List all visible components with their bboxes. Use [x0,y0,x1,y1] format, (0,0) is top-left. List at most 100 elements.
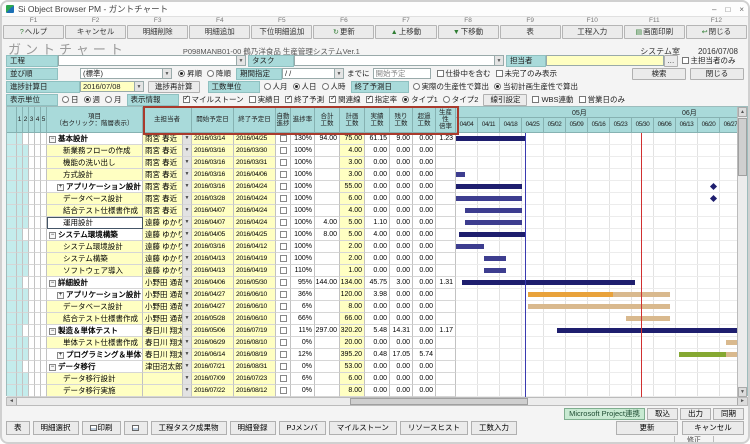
end-date-cell[interactable]: 2016/06/10 [234,301,276,313]
row-gutter[interactable] [7,361,17,373]
task-name-cell[interactable]: +プログラミング＆単体テスト [47,349,143,361]
row-gutter[interactable] [7,337,17,349]
planned-effort-cell[interactable]: 6.00 [340,373,365,385]
minimize-icon[interactable]: – [712,5,716,14]
table-row[interactable]: +プログラミング＆単体テスト春日川 翔太▼2016/06/142016/08/1… [7,349,456,361]
checkbox-icon[interactable] [437,70,444,77]
assignee-cell[interactable] [143,373,183,385]
radio-icon[interactable] [322,83,329,90]
radio-icon[interactable] [264,83,271,90]
gantt-bar-summary[interactable] [456,136,525,141]
task-name-cell[interactable]: データ移行実施 [47,385,143,397]
table-row[interactable]: 結合テスト仕様書作成小野田 通哉▼2016/05/282016/06/1066%… [7,313,456,325]
table-row[interactable]: データ移行実施▼2016/07/222016/08/120%8.000.000.… [7,385,456,397]
table-row[interactable]: 方式設計雨宮 春近▼2016/03/162016/04/06100%3.000.… [7,169,456,181]
task-name-cell[interactable]: データベース設計 [47,301,143,313]
row-gutter[interactable] [7,301,17,313]
assignee-cell[interactable]: 雨宮 春近 [143,205,183,217]
row-gutter[interactable] [7,253,17,265]
end-date-cell[interactable]: 2016/04/25 [234,133,276,145]
fkey-button-f7[interactable]: ▲上移動 [375,25,436,39]
collapse-icon[interactable]: − [49,232,56,239]
auto-progress-cell[interactable] [276,349,291,361]
collapse-icon[interactable]: − [49,136,56,143]
assignee-dropdown-icon[interactable]: ▼ [183,361,192,373]
end-date-cell[interactable]: 2016/06/10 [234,289,276,301]
auto-progress-checkbox[interactable] [280,279,287,286]
row-gutter[interactable] [7,217,17,229]
gantt-bar-done[interactable] [484,256,506,261]
gantt-bar-future[interactable] [626,316,670,321]
toolbar-button-工数入力[interactable]: 工数入力 [471,421,517,435]
gantt-bar-summary[interactable] [459,232,525,237]
table-row[interactable]: −製造＆単体テスト春日川 翔太▼2016/05/062016/07/1911%2… [7,325,456,337]
start-date-cell[interactable]: 2016/06/14 [192,349,234,361]
start-date-cell[interactable]: 2016/03/16 [192,145,234,157]
assignee-cell[interactable]: 春日川 翔太 [143,337,183,349]
gantt-bar-done[interactable] [456,244,484,249]
table-row[interactable]: データ移行設計▼2016/07/092016/07/236%6.000.000.… [7,373,456,385]
row-gutter[interactable] [7,133,17,145]
radio-icon[interactable] [443,96,450,103]
auto-progress-checkbox[interactable] [280,147,287,154]
fkey-button-f2[interactable]: キャンセル [65,25,126,39]
row-gutter[interactable] [7,157,17,169]
table-row[interactable]: システム構築遠藤 ゆかり▼2016/04/132016/04/19100%2.0… [7,253,456,265]
auto-progress-cell[interactable] [276,253,291,265]
maximize-icon[interactable]: □ [725,5,730,14]
assignee-dropdown-icon[interactable]: ▼ [183,373,192,385]
planned-effort-cell[interactable]: 8.00 [340,301,365,313]
radio-icon[interactable] [494,83,501,90]
auto-progress-cell[interactable] [276,325,291,337]
auto-progress-cell[interactable] [276,289,291,301]
task-name-cell[interactable]: システム構築 [47,253,143,265]
checkbox-icon[interactable] [183,96,190,103]
planned-effort-cell[interactable]: 320.20 [340,325,365,337]
assignee-dropdown-icon[interactable]: ▼ [183,265,192,277]
assignee-cell[interactable]: 小野田 通哉 [143,277,183,289]
task-name-cell[interactable]: −製造＆単体テスト [47,325,143,337]
planned-effort-cell[interactable]: 6.00 [340,193,365,205]
assignee-cell[interactable]: 遠藤 ゆかり [143,217,183,229]
auto-progress-checkbox[interactable] [280,339,287,346]
start-date-cell[interactable]: 2016/07/09 [192,373,234,385]
vertical-scroll-thumb[interactable] [738,118,747,176]
gantt-bar-summary[interactable] [557,328,739,333]
auto-progress-cell[interactable] [276,181,291,193]
task-name-cell[interactable]: データベース設計 [47,193,143,205]
scroll-up-icon[interactable]: ▲ [738,107,747,117]
toolbar-button-リソースヒスト[interactable]: リソースヒスト [400,421,468,435]
task-name-cell[interactable]: −システム環境構築 [47,229,143,241]
assignee-dropdown-icon[interactable]: ▼ [183,349,192,361]
end-date-cell[interactable]: 2016/08/19 [234,349,276,361]
toolbar-button-工程タスク成果物[interactable]: 工程タスク成果物 [151,421,227,435]
planned-effort-cell[interactable]: 395.20 [340,349,365,361]
table-row[interactable]: 新業務フローの作成雨宮 春近▼2016/03/162016/03/30100%4… [7,145,456,157]
row-gutter[interactable] [7,385,17,397]
gantt-bar-done[interactable] [456,172,465,177]
auto-progress-cell[interactable] [276,229,291,241]
radio-icon[interactable] [178,70,185,77]
row-gutter[interactable] [7,265,17,277]
checkbox-icon[interactable] [682,57,689,64]
assignee-dropdown-icon[interactable]: ▼ [183,133,192,145]
end-date-cell[interactable]: 2016/04/24 [234,205,276,217]
start-date-cell[interactable]: 2016/03/14 [192,133,234,145]
assignee-picker-button[interactable]: … [664,55,678,67]
auto-progress-cell[interactable] [276,361,291,373]
table-row[interactable]: ソフトウェア導入遠藤 ゆかり▼2016/04/132016/04/19110%1… [7,265,456,277]
auto-progress-cell[interactable] [276,373,291,385]
fkey-button-f11[interactable]: ▤画面印刷 [624,25,685,39]
auto-progress-cell[interactable] [276,145,291,157]
auto-progress-checkbox[interactable] [280,375,287,382]
auto-progress-cell[interactable] [276,385,291,397]
task-name-cell[interactable]: −基本設計 [47,133,143,145]
period-date-combo[interactable]: / /▼ [282,68,344,79]
planned-effort-cell[interactable]: 8.00 [340,385,365,397]
auto-progress-cell[interactable] [276,193,291,205]
task-name-cell[interactable]: システム環境設計 [47,241,143,253]
table-row[interactable]: −システム環境構築遠藤 ゆかり▼2016/04/052016/04/25100%… [7,229,456,241]
end-date-cell[interactable]: 2016/04/24 [234,217,276,229]
assignee-cell[interactable]: 雨宮 春近 [143,169,183,181]
toolbar-button-明細選択[interactable]: 明細選択 [33,421,79,435]
